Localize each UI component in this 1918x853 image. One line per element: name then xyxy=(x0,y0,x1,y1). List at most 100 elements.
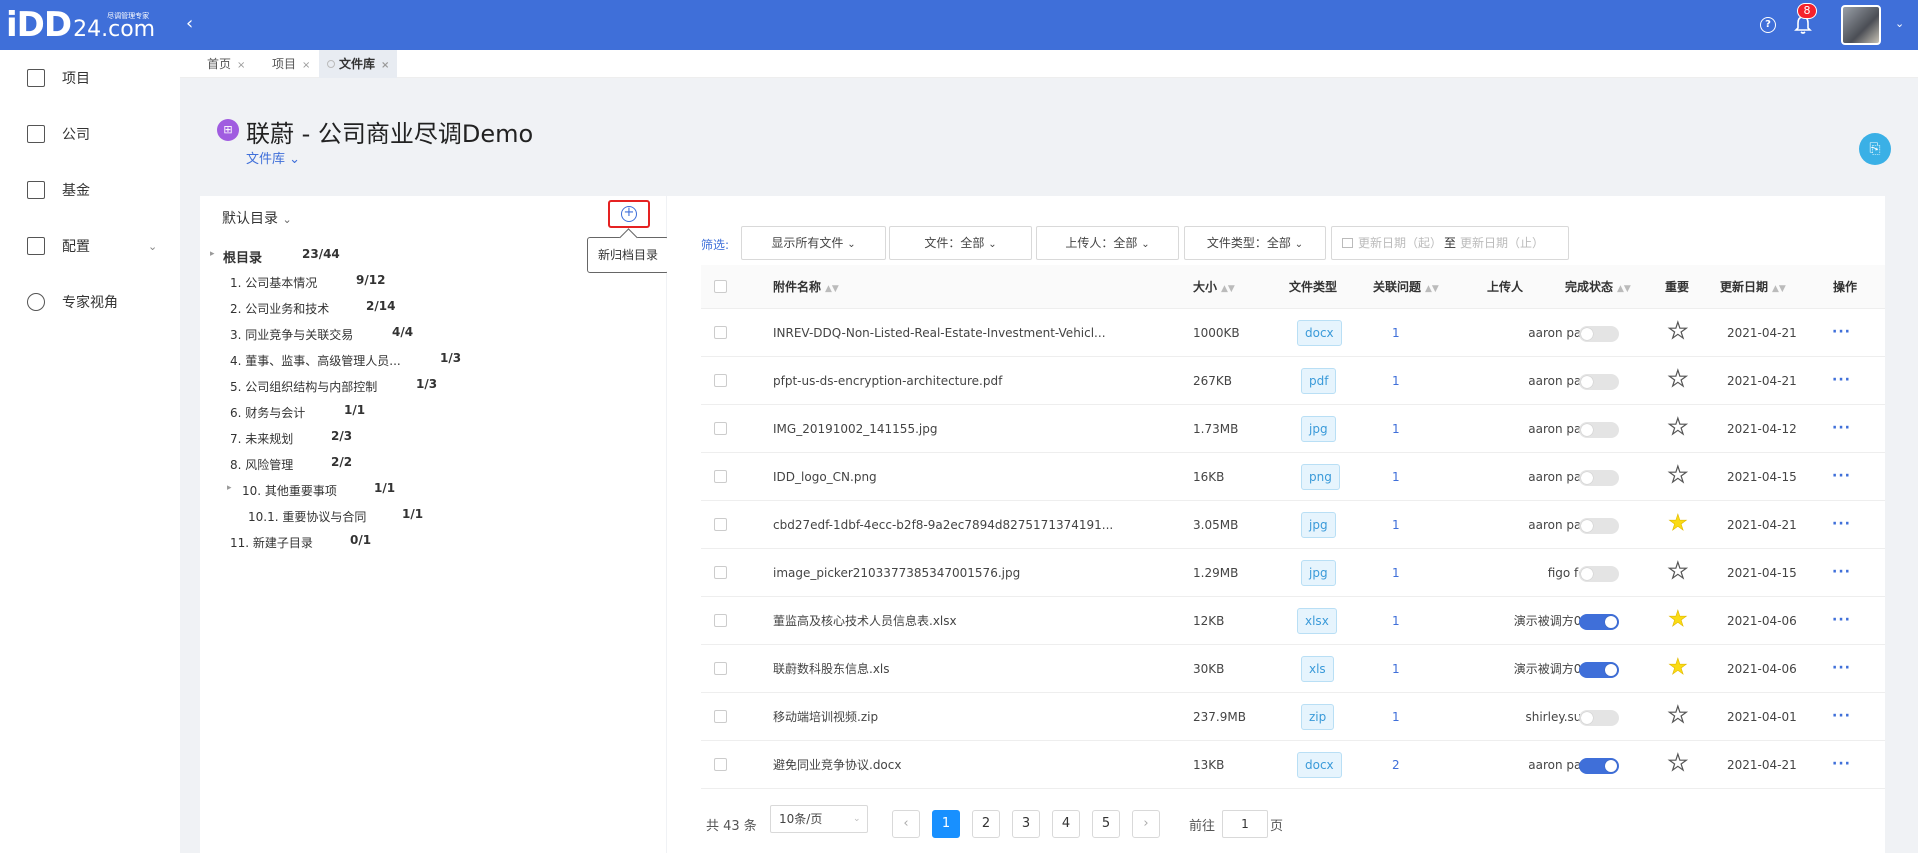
row-checkbox[interactable] xyxy=(714,518,727,531)
avatar[interactable] xyxy=(1841,5,1881,45)
page-size-select[interactable]: 10条/页 ⌄ xyxy=(770,805,868,833)
page-button-1[interactable]: 1 xyxy=(932,810,960,838)
more-actions-icon[interactable]: ··· xyxy=(1832,756,1851,772)
tree-node[interactable]: 2. 公司业务和技术 2/14 xyxy=(200,296,666,320)
column-header-name[interactable]: 附件名称 ▲▼ xyxy=(773,265,839,309)
sidebar-item-fund[interactable]: 基金 xyxy=(0,162,180,218)
table-row[interactable]: INREV-DDQ-Non-Listed-Real-Estate-Investm… xyxy=(701,309,1885,357)
completion-toggle[interactable] xyxy=(1579,662,1619,678)
tree-node[interactable]: 6. 财务与会计 1/1 xyxy=(200,400,666,424)
row-checkbox[interactable] xyxy=(714,614,727,627)
star-icon[interactable]: ★ xyxy=(1668,511,1688,536)
related-issues-link[interactable]: 1 xyxy=(1392,405,1400,453)
row-checkbox[interactable] xyxy=(714,374,727,387)
row-checkbox[interactable] xyxy=(714,710,727,723)
tree-node[interactable]: 8. 风险管理 2/2 xyxy=(200,452,666,476)
logo[interactable]: iDD 尽调管理专家 24.com xyxy=(6,4,155,46)
tab-home[interactable]: 首页 × xyxy=(207,50,253,78)
related-issues-link[interactable]: 1 xyxy=(1392,501,1400,549)
tree-node[interactable]: 3. 同业竞争与关联交易 4/4 xyxy=(200,322,666,346)
file-library-dropdown[interactable]: 文件库 ⌄ xyxy=(246,148,300,167)
chevron-down-icon[interactable]: ⌄ xyxy=(1895,17,1904,30)
star-icon[interactable]: ★ xyxy=(1667,463,1688,488)
file-type-filter-select[interactable]: 文件类型：全部 ⌄ xyxy=(1184,226,1326,260)
related-issues-link[interactable]: 1 xyxy=(1392,645,1400,693)
completion-toggle[interactable] xyxy=(1579,422,1619,438)
sort-icon[interactable]: ▲▼ xyxy=(1617,284,1631,294)
sort-icon[interactable]: ▲▼ xyxy=(1772,284,1786,294)
tab-project[interactable]: 项目 × xyxy=(272,50,318,78)
page-button-5[interactable]: 5 xyxy=(1092,810,1120,838)
more-actions-icon[interactable]: ··· xyxy=(1832,420,1851,436)
table-row[interactable]: image_picker2103377385347001576.jpg 1.29M… xyxy=(701,549,1885,597)
date-end-input[interactable]: 更新日期（止） xyxy=(1460,227,1544,259)
star-icon[interactable]: ★ xyxy=(1667,559,1688,584)
row-checkbox[interactable] xyxy=(714,566,727,579)
file-name[interactable]: 移动端培训视频.zip xyxy=(773,693,878,741)
related-issues-link[interactable]: 1 xyxy=(1392,309,1400,357)
table-row[interactable]: IMG_20191002_141155.jpg 1.73MB jpg 1 aaron p… xyxy=(701,405,1885,453)
tab-file-library[interactable]: 文件库 × xyxy=(319,50,398,78)
help-icon[interactable]: ? xyxy=(1760,17,1776,33)
sort-icon[interactable]: ▲▼ xyxy=(1425,284,1439,294)
more-actions-icon[interactable]: ··· xyxy=(1832,372,1851,388)
row-checkbox[interactable] xyxy=(714,662,727,675)
page-button-4[interactable]: 4 xyxy=(1052,810,1080,838)
close-icon[interactable]: × xyxy=(237,60,245,71)
completion-toggle[interactable] xyxy=(1579,470,1619,486)
related-issues-link[interactable]: 1 xyxy=(1392,597,1400,645)
star-icon[interactable]: ★ xyxy=(1667,703,1688,728)
tree-node[interactable]: ▸ 10. 其他重要事项 1/1 xyxy=(200,478,666,502)
row-checkbox[interactable] xyxy=(714,326,727,339)
star-icon[interactable]: ★ xyxy=(1667,319,1688,344)
row-checkbox[interactable] xyxy=(714,758,727,771)
completion-toggle[interactable] xyxy=(1579,614,1619,630)
close-icon[interactable]: × xyxy=(381,60,389,71)
file-name[interactable]: cbd27edf-1dbf-4ecc-b2f8-9a2ec7894d827517… xyxy=(773,501,1113,549)
export-file-button[interactable]: ⎘ xyxy=(1859,133,1891,165)
caret-right-icon[interactable]: ▸ xyxy=(227,483,232,493)
related-issues-link[interactable]: 1 xyxy=(1392,549,1400,597)
column-header-date[interactable]: 更新日期 ▲▼ xyxy=(1720,265,1786,309)
completion-toggle[interactable] xyxy=(1579,326,1619,342)
sort-icon[interactable]: ▲▼ xyxy=(825,284,839,294)
sidebar-item-expert[interactable]: 专家视角 xyxy=(0,274,180,330)
more-actions-icon[interactable]: ··· xyxy=(1832,564,1851,580)
more-actions-icon[interactable]: ··· xyxy=(1832,324,1851,340)
row-checkbox[interactable] xyxy=(714,422,727,435)
file-name[interactable]: INREV-DDQ-Non-Listed-Real-Estate-Investm… xyxy=(773,309,1106,357)
file-name[interactable]: IDD_logo_CN.png xyxy=(773,453,877,501)
sidebar-item-company[interactable]: 公司 xyxy=(0,106,180,162)
star-icon[interactable]: ★ xyxy=(1667,415,1688,440)
more-actions-icon[interactable]: ··· xyxy=(1832,708,1851,724)
table-row[interactable]: 董监高及核心技术人员信息表.xlsx 12KB xlsx 1 演示被调方01 ★ 2021-… xyxy=(701,597,1885,645)
table-row[interactable]: IDD_logo_CN.png 16KB png 1 aaron pan ★ 2021-04… xyxy=(701,453,1885,501)
tree-node[interactable]: 11. 新建子目录 0/1 xyxy=(200,530,666,554)
completion-toggle[interactable] xyxy=(1579,518,1619,534)
star-icon[interactable]: ★ xyxy=(1667,751,1688,776)
next-page-button[interactable]: › xyxy=(1132,810,1160,838)
page-button-3[interactable]: 3 xyxy=(1012,810,1040,838)
tree-node-root[interactable]: ▸ 根目录 23/44 xyxy=(200,244,666,268)
tree-node[interactable]: 10.1. 重要协议与合同 1/1 xyxy=(200,504,666,528)
close-icon[interactable]: × xyxy=(302,60,310,71)
uploader-filter-select[interactable]: 上传人：全部 ⌄ xyxy=(1036,226,1179,260)
date-range-picker[interactable]: 更新日期（起） 至 更新日期（止） xyxy=(1331,226,1569,260)
row-checkbox[interactable] xyxy=(714,470,727,483)
column-header-size[interactable]: 大小 ▲▼ xyxy=(1193,265,1235,309)
file-name[interactable]: 董监高及核心技术人员信息表.xlsx xyxy=(773,597,957,645)
completion-toggle[interactable] xyxy=(1579,374,1619,390)
related-issues-link[interactable]: 2 xyxy=(1392,741,1400,789)
sort-icon[interactable]: ▲▼ xyxy=(1221,284,1235,294)
more-actions-icon[interactable]: ··· xyxy=(1832,612,1851,628)
sidebar-item-config[interactable]: 配置 ⌄ xyxy=(0,218,180,274)
table-row[interactable]: cbd27edf-1dbf-4ecc-b2f8-9a2ec7894d827517… xyxy=(701,501,1885,549)
column-header-issues[interactable]: 关联问题 ▲▼ xyxy=(1373,265,1439,309)
completion-toggle[interactable] xyxy=(1579,758,1619,774)
sidebar-item-project[interactable]: 项目 xyxy=(0,50,180,106)
date-start-input[interactable]: 更新日期（起） xyxy=(1358,227,1442,259)
column-header-status[interactable]: 完成状态 ▲▼ xyxy=(1565,265,1631,309)
file-name[interactable]: 避免同业竞争协议.docx xyxy=(773,741,901,789)
caret-right-icon[interactable]: ▸ xyxy=(210,249,215,259)
file-name[interactable]: 联蔚数科股东信息.xls xyxy=(773,645,890,693)
